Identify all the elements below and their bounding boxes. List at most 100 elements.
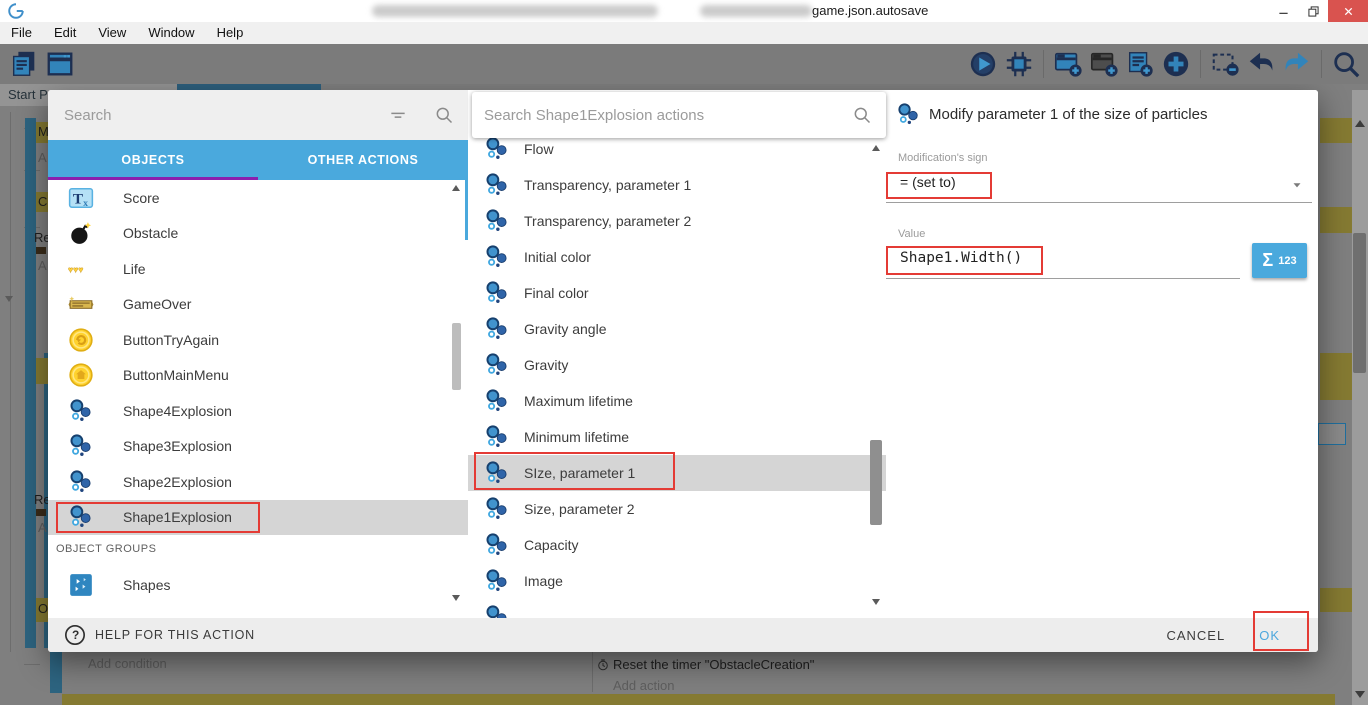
list-item-transparency-parameter-1[interactable]: Transparency, parameter 1 — [468, 167, 886, 203]
event-tree-tick — [24, 664, 40, 665]
help-link[interactable]: ? HELP FOR THIS ACTION — [64, 624, 255, 646]
event-icon-fragment — [36, 247, 46, 254]
list-item-label: Shape2Explosion — [123, 474, 232, 490]
filter-icon[interactable] — [388, 105, 408, 125]
list-item-maximum-lifetime[interactable]: Maximum lifetime — [468, 383, 886, 419]
close-button[interactable] — [1328, 0, 1368, 22]
redo-icon[interactable] — [1281, 48, 1313, 80]
objects-search-input[interactable] — [48, 107, 388, 124]
list-item-final-color[interactable]: Final color — [468, 275, 886, 311]
scroll-down-icon[interactable] — [1355, 691, 1365, 698]
add-comment-icon[interactable] — [1124, 48, 1156, 80]
particle-emitter-icon — [484, 496, 510, 522]
add-row-icon[interactable] — [1160, 48, 1192, 80]
actions-list: FlowTransparency, parameter 1Transparenc… — [468, 131, 886, 618]
sign-field-underline — [886, 202, 1312, 203]
event-text-fragment: A — [38, 150, 47, 165]
list-item-minimum-lifetime[interactable]: Minimum lifetime — [468, 419, 886, 455]
list-item-shape2explosion[interactable]: Shape2Explosion — [48, 464, 468, 500]
delete-selection-icon[interactable] — [1209, 48, 1241, 80]
particle-emitter-icon — [484, 568, 510, 594]
menu-view[interactable]: View — [87, 22, 137, 44]
scene-window-icon[interactable] — [44, 48, 76, 80]
minimize-button[interactable] — [1268, 0, 1298, 22]
sign-field-label: Modification's sign — [898, 152, 988, 164]
collapse-arrow-icon — [5, 296, 13, 302]
toolbar-separator — [1043, 50, 1044, 78]
menu-help[interactable]: Help — [206, 22, 255, 44]
list-item-shape3explosion[interactable]: Shape3Explosion — [48, 429, 468, 465]
search-icon[interactable] — [434, 105, 454, 125]
list-item-image[interactable]: Image — [468, 563, 886, 599]
list-item-capacity[interactable]: Capacity — [468, 527, 886, 563]
actions-search-input[interactable] — [472, 107, 852, 124]
scroll-down-icon[interactable] — [452, 595, 460, 601]
list-item-shape4explosion[interactable]: Shape4Explosion — [48, 393, 468, 429]
restore-button[interactable] — [1298, 0, 1328, 22]
list-item-shapes[interactable]: Shapes — [48, 567, 468, 603]
scroll-up-icon[interactable] — [1355, 120, 1365, 127]
cancel-button[interactable]: CANCEL — [1166, 628, 1225, 643]
list-item-gameover[interactable]: GameOver — [48, 287, 468, 323]
list-item-label: Initial color — [524, 249, 591, 265]
list-item-partial[interactable] — [468, 599, 886, 618]
annotation-box-ok — [1253, 611, 1309, 651]
list-item-gravity-angle[interactable]: Gravity angle — [468, 311, 886, 347]
menu-edit[interactable]: Edit — [43, 22, 87, 44]
list-item-initial-color[interactable]: Initial color — [468, 239, 886, 275]
tab-objects[interactable]: OBJECTS — [48, 140, 258, 180]
list-item-label: Gravity — [524, 357, 568, 373]
events-scrollbar-thumb[interactable] — [1353, 233, 1366, 373]
tab-other-actions[interactable]: OTHER ACTIONS — [258, 140, 468, 180]
objects-scrollbar-thumb[interactable] — [452, 323, 461, 390]
debug-icon[interactable] — [1003, 48, 1035, 80]
actions-scrollbar-thumb[interactable] — [870, 440, 882, 525]
preview-icon[interactable] — [967, 48, 999, 80]
event-tree-line — [10, 112, 11, 652]
events-scrollbar[interactable] — [1352, 90, 1368, 705]
list-item-label: Image — [524, 573, 563, 589]
menu-file[interactable]: File — [0, 22, 43, 44]
value-field-underline — [886, 278, 1240, 279]
window-title: game.json.autosave — [812, 3, 928, 18]
event-text-fragment: O — [38, 601, 48, 616]
particle-emitter-icon — [68, 469, 94, 495]
project-manager-icon[interactable] — [8, 48, 40, 80]
actions-panel: FlowTransparency, parameter 1Transparenc… — [468, 90, 886, 618]
list-item-label: Life — [123, 261, 146, 277]
list-item-transparency-parameter-2[interactable]: Transparency, parameter 2 — [468, 203, 886, 239]
list-item-score[interactable]: TxScore — [48, 180, 468, 216]
svg-text:♥♥♥: ♥♥♥ — [68, 264, 83, 274]
expression-builder-button[interactable]: Σ 123 — [1252, 243, 1307, 278]
menu-window[interactable]: Window — [137, 22, 205, 44]
list-item-life[interactable]: ♥♥♥ Life — [48, 251, 468, 287]
list-item-label: Final color — [524, 285, 589, 301]
list-item-gravity[interactable]: Gravity — [468, 347, 886, 383]
search-icon[interactable] — [852, 105, 872, 125]
list-item-buttonmainmenu[interactable]: ButtonMainMenu — [48, 358, 468, 394]
chevron-down-icon[interactable] — [1290, 178, 1304, 188]
list-item-buttontryagain[interactable]: ButtonTryAgain — [48, 322, 468, 358]
add-condition-link: Add condition — [88, 656, 167, 671]
scene-tab-label: Start P — [8, 87, 48, 102]
annotation-box-sign — [886, 172, 992, 199]
add-event-icon[interactable] — [1052, 48, 1084, 80]
event-header: M — [36, 122, 48, 143]
scroll-up-icon[interactable] — [872, 145, 880, 151]
gdevelop-window: game.json.autosave FileEditViewWindowHel… — [0, 0, 1368, 705]
particle-emitter-icon — [484, 604, 510, 618]
list-item-label: Transparency, parameter 2 — [524, 213, 691, 229]
add-subevent-icon[interactable] — [1088, 48, 1120, 80]
list-item-size-parameter-2[interactable]: Size, parameter 2 — [468, 491, 886, 527]
scroll-up-icon[interactable] — [452, 185, 460, 191]
scroll-down-icon[interactable] — [872, 599, 880, 605]
list-item-obstacle[interactable]: Obstacle — [48, 216, 468, 252]
particle-emitter-icon — [484, 388, 510, 414]
event-text-fragment: A — [38, 520, 47, 535]
undo-icon[interactable] — [1245, 48, 1277, 80]
bomb-icon — [68, 220, 94, 246]
toolbar-left-group — [6, 44, 78, 84]
search-events-icon[interactable] — [1330, 48, 1362, 80]
objects-panel: OBJECTS OTHER ACTIONS TxScoreObstacle♥♥♥… — [48, 90, 468, 618]
home-button-icon — [68, 362, 94, 388]
